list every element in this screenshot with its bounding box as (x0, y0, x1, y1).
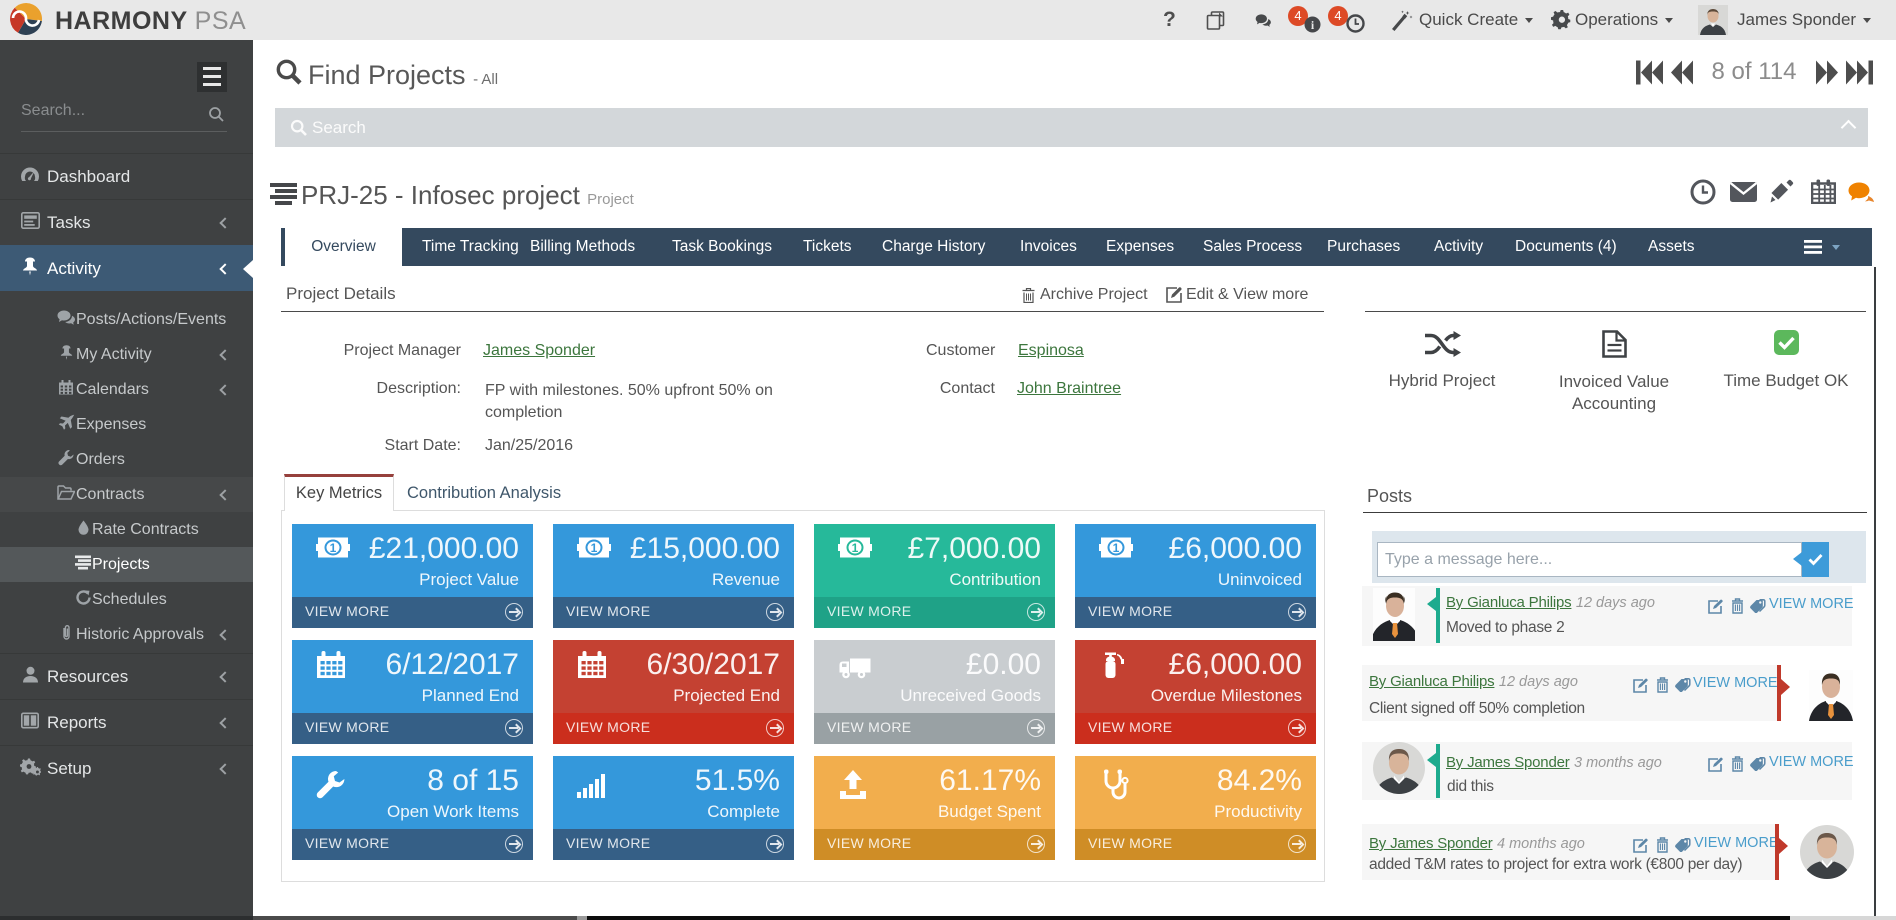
svg-text:1: 1 (330, 541, 337, 555)
svg-text:1: 1 (852, 541, 859, 555)
svg-text:1: 1 (1113, 541, 1120, 555)
svg-text:1: 1 (591, 541, 598, 555)
